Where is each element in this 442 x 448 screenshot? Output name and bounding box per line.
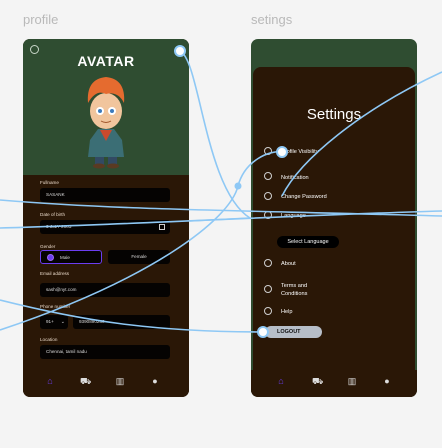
email-field[interactable]: sash@nyt.com bbox=[40, 283, 170, 297]
user-icon[interactable]: ● bbox=[150, 376, 160, 386]
lock-icon bbox=[264, 192, 272, 200]
avatar-header: AVATAR bbox=[23, 39, 189, 175]
dob-label: Date of birth bbox=[40, 212, 66, 217]
about-item[interactable]: About bbox=[281, 261, 296, 267]
radio-selected-icon bbox=[47, 254, 54, 261]
terms-line-2: Conditions bbox=[281, 291, 308, 297]
help-icon bbox=[264, 307, 272, 315]
location-label: Location bbox=[40, 337, 58, 342]
chevron-down-icon: ⌄ bbox=[60, 319, 65, 325]
gender-female-option[interactable]: Female bbox=[108, 250, 170, 264]
gender-male-option[interactable]: Male bbox=[40, 250, 102, 264]
home-icon[interactable]: ⌂ bbox=[276, 376, 286, 386]
cart-icon[interactable]: ⛟ bbox=[80, 376, 91, 386]
email-label: Email address bbox=[40, 271, 70, 276]
stats-icon[interactable]: ▥ bbox=[115, 376, 125, 386]
fullname-field[interactable]: SASANK bbox=[40, 188, 170, 202]
home-icon[interactable]: ⌂ bbox=[45, 376, 55, 386]
terms-item[interactable]: Terms and Conditions bbox=[281, 282, 307, 298]
visibility-icon bbox=[264, 147, 272, 155]
select-language-dropdown[interactable]: Select Language bbox=[277, 236, 339, 248]
notification-item[interactable]: Notification bbox=[281, 175, 309, 181]
phone-label: Phone number bbox=[40, 304, 71, 309]
shield-icon bbox=[264, 285, 272, 293]
female-label: Female bbox=[131, 254, 147, 259]
user-icon[interactable]: ● bbox=[382, 376, 392, 386]
location-field[interactable]: Chennai, tamil nadu bbox=[40, 345, 170, 359]
avatar-image bbox=[87, 77, 125, 169]
stats-icon[interactable]: ▥ bbox=[347, 376, 357, 386]
cart-icon[interactable]: ⛟ bbox=[312, 376, 323, 386]
profile-visibility-item[interactable]: Profile Visibility bbox=[281, 149, 319, 155]
profile-frame-label: profile bbox=[23, 12, 59, 27]
settings-screen: Settings Profile Visibility Notification… bbox=[251, 39, 417, 397]
dob-value: 3 JuLY 2003 bbox=[46, 224, 72, 229]
language-item[interactable]: Language bbox=[281, 213, 306, 219]
country-code-select[interactable]: 91+ ⌄ bbox=[40, 315, 68, 329]
logout-button[interactable]: LOGOUT bbox=[265, 326, 322, 338]
notification-icon bbox=[264, 172, 272, 180]
wire-settings bbox=[179, 50, 251, 219]
gender-label: Gender bbox=[40, 244, 56, 249]
info-icon bbox=[264, 259, 272, 267]
fullname-label: Fullname bbox=[40, 180, 59, 185]
connection-node bbox=[234, 182, 242, 190]
terms-line-1: Terms and bbox=[281, 283, 308, 289]
male-label: Male bbox=[60, 255, 70, 260]
settings-frame-label: setings bbox=[251, 12, 293, 27]
help-item[interactable]: Help bbox=[281, 309, 293, 315]
dob-field[interactable]: 3 JuLY 2003 bbox=[40, 220, 170, 234]
settings-title: Settings bbox=[306, 106, 362, 123]
bottom-nav: ⌂ ⛟ ▥ ● bbox=[23, 370, 189, 397]
calendar-icon[interactable] bbox=[159, 224, 165, 230]
country-code: 91+ bbox=[46, 319, 54, 324]
phone-field[interactable]: 9390890280 bbox=[73, 315, 170, 329]
language-icon bbox=[264, 211, 272, 219]
bottom-nav: ⌂ ⛟ ▥ ● bbox=[251, 370, 417, 397]
profile-screen: AVATAR Fullname SASANK Date of birth 3 J… bbox=[23, 39, 189, 397]
change-password-item[interactable]: Change Password bbox=[281, 194, 327, 200]
